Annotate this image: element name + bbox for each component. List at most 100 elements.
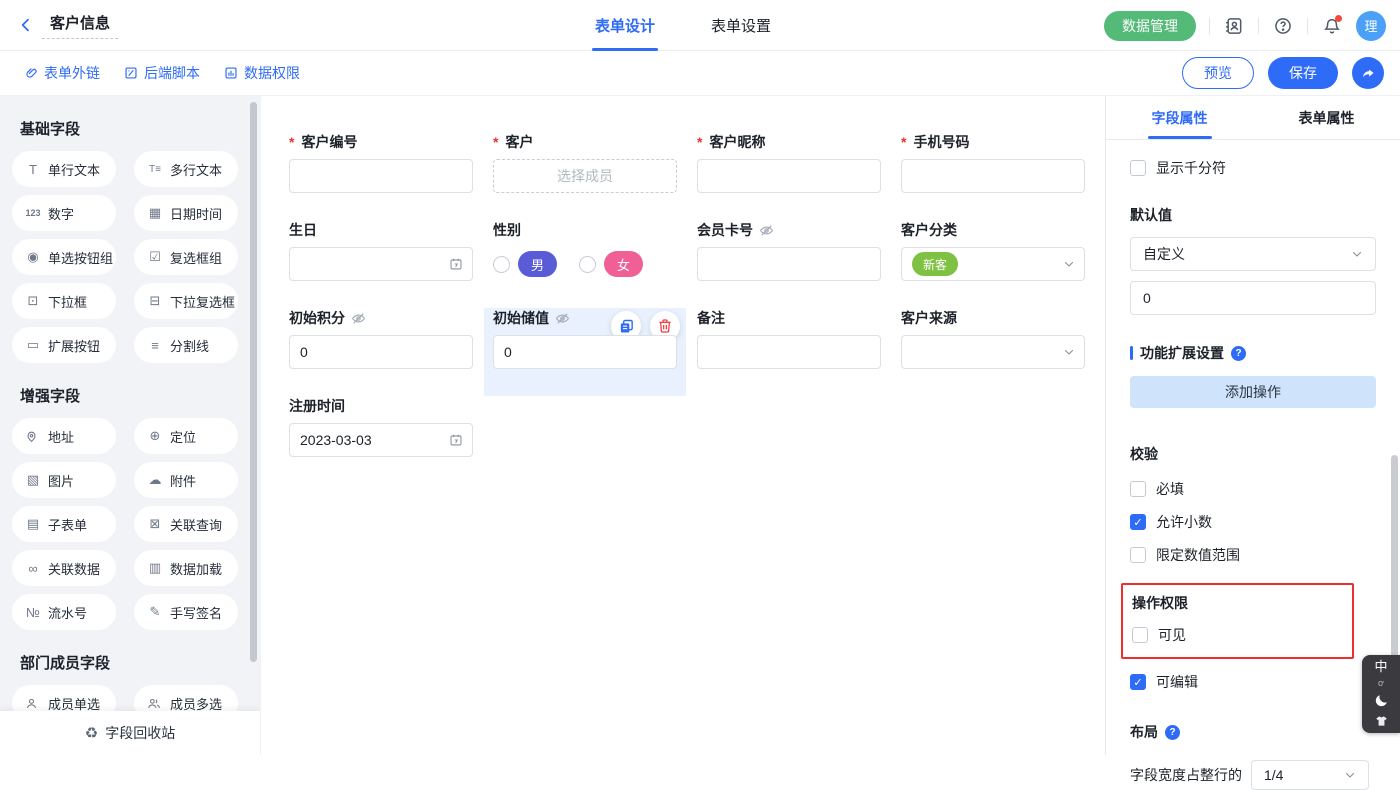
checkbox-icon[interactable]	[1130, 547, 1146, 563]
field-birthday[interactable]: 生日	[289, 220, 473, 308]
field-label: 初始积分	[289, 308, 345, 328]
translate-icon[interactable]: 中	[1374, 660, 1387, 673]
field-phone[interactable]: *手机号码	[901, 132, 1085, 220]
field-label: 注册时间	[289, 396, 345, 416]
section-title-member-fields: 部门成员字段	[20, 652, 240, 673]
form-title[interactable]: 客户信息	[42, 12, 118, 39]
chevron-down-icon	[1063, 346, 1075, 358]
init-balance-input[interactable]: 0	[493, 335, 677, 369]
field-type-subform[interactable]: ▤子表单	[12, 506, 116, 542]
radio-icon[interactable]	[493, 256, 510, 273]
init-points-input[interactable]: 0	[289, 335, 473, 369]
source-select[interactable]	[901, 335, 1085, 369]
field-member-card[interactable]: 会员卡号	[697, 220, 881, 308]
panel-scrollbar[interactable]	[1391, 455, 1398, 660]
validation-title: 校验	[1130, 444, 1376, 464]
share-button[interactable]	[1352, 57, 1384, 89]
tab-form-properties[interactable]: 表单属性	[1253, 96, 1400, 139]
tab-form-settings[interactable]: 表单设置	[711, 0, 771, 51]
field-customer[interactable]: *客户 选择成员	[493, 132, 677, 220]
nickname-input[interactable]	[697, 159, 881, 193]
save-button[interactable]: 保存	[1268, 57, 1338, 89]
field-gender[interactable]: 性别 男 女	[493, 220, 677, 308]
notification-bell-icon[interactable]	[1321, 15, 1343, 37]
field-type-data-load[interactable]: ▥数据加载	[134, 550, 238, 586]
editable-checkbox[interactable]: 可编辑	[1130, 672, 1376, 692]
radio-icon[interactable]	[579, 256, 596, 273]
field-type-address[interactable]: 地址	[12, 418, 116, 454]
field-type-linked-data[interactable]: ∞关联数据	[12, 550, 116, 586]
default-value-input[interactable]: 0	[1130, 281, 1376, 315]
default-value-type-select[interactable]: 自定义	[1130, 237, 1376, 271]
back-button[interactable]	[18, 17, 34, 33]
gender-option-male[interactable]: 男	[493, 251, 557, 277]
field-recycle-bin[interactable]: ♻ 字段回收站	[0, 711, 260, 755]
gender-option-female[interactable]: 女	[579, 251, 643, 277]
field-width-select[interactable]: 1/4	[1251, 760, 1369, 790]
field-type-location[interactable]: ⊕定位	[134, 418, 238, 454]
field-register-time[interactable]: 注册时间 2023-03-03	[289, 396, 473, 484]
moon-icon[interactable]	[1374, 693, 1389, 708]
field-source[interactable]: 客户来源	[901, 308, 1085, 396]
field-remark[interactable]: 备注	[697, 308, 881, 396]
small-glyph-icon[interactable]: ơ	[1378, 679, 1384, 688]
contacts-book-icon[interactable]	[1223, 15, 1245, 37]
tab-field-properties[interactable]: 字段属性	[1106, 96, 1253, 139]
phone-input[interactable]	[901, 159, 1085, 193]
tab-form-design[interactable]: 表单设计	[595, 0, 655, 51]
checkbox-checked-icon[interactable]	[1130, 674, 1146, 690]
field-type-signature[interactable]: ✎手写签名	[134, 594, 238, 630]
checkbox-checked-icon[interactable]	[1130, 514, 1146, 530]
field-type-attachment[interactable]: ☁附件	[134, 462, 238, 498]
add-operation-button[interactable]: 添加操作	[1130, 376, 1376, 408]
thousand-separator-checkbox[interactable]: 显示千分符	[1130, 158, 1376, 178]
field-type-select[interactable]: ⊡下拉框	[12, 283, 116, 319]
field-type-serial-number[interactable]: №流水号	[12, 594, 116, 630]
visible-checkbox[interactable]: 可见	[1132, 625, 1342, 645]
limit-range-checkbox[interactable]: 限定数值范围	[1130, 545, 1376, 565]
field-type-radio-group[interactable]: ◉单选按钮组	[12, 239, 116, 275]
sidebar-scrollbar[interactable]	[250, 102, 257, 662]
customer-no-input[interactable]	[289, 159, 473, 193]
field-type-image[interactable]: ▧图片	[12, 462, 116, 498]
field-nickname[interactable]: *客户昵称	[697, 132, 881, 220]
register-time-input[interactable]: 2023-03-03	[289, 423, 473, 457]
remark-input[interactable]	[697, 335, 881, 369]
field-init-balance-selected[interactable]: 初始储值 0	[484, 308, 686, 396]
help-circle-icon[interactable]: ?	[1165, 725, 1180, 740]
text-icon: T	[25, 162, 41, 177]
data-permission-link[interactable]: 数据权限	[224, 63, 300, 83]
member-card-input[interactable]	[697, 247, 881, 281]
target-icon: ⊕	[147, 428, 163, 444]
category-select[interactable]: 新客	[901, 247, 1085, 281]
user-avatar[interactable]: 理	[1356, 11, 1386, 41]
field-type-single-line-text[interactable]: T单行文本	[12, 151, 116, 187]
preview-button[interactable]: 预览	[1182, 57, 1254, 89]
checkbox-icon[interactable]	[1130, 160, 1146, 176]
birthday-input[interactable]	[289, 247, 473, 281]
required-checkbox[interactable]: 必填	[1130, 479, 1376, 499]
allow-decimal-checkbox[interactable]: 允许小数	[1130, 512, 1376, 532]
divider	[1258, 18, 1259, 34]
field-init-points[interactable]: 初始积分 0	[289, 308, 473, 396]
field-type-checkbox-group[interactable]: ☑复选框组	[134, 239, 238, 275]
shirt-icon[interactable]	[1374, 714, 1389, 728]
map-pin-icon	[25, 430, 41, 443]
field-type-extend-button[interactable]: ▭扩展按钮	[12, 327, 116, 363]
form-external-link[interactable]: 表单外链	[24, 63, 100, 83]
field-type-number[interactable]: 123数字	[12, 195, 116, 231]
field-type-linked-query[interactable]: ⊠关联查询	[134, 506, 238, 542]
field-type-multi-select[interactable]: ⊟下拉复选框	[134, 283, 238, 319]
field-category[interactable]: 客户分类 新客	[901, 220, 1085, 308]
help-circle-icon[interactable]: ?	[1231, 346, 1246, 361]
help-icon[interactable]	[1272, 15, 1294, 37]
field-type-multi-line-text[interactable]: T≡多行文本	[134, 151, 238, 187]
checkbox-icon[interactable]	[1130, 481, 1146, 497]
field-type-datetime[interactable]: ▦日期时间	[134, 195, 238, 231]
field-type-divider[interactable]: ≡分割线	[134, 327, 238, 363]
field-customer-no[interactable]: *客户编号	[289, 132, 473, 220]
checkbox-icon[interactable]	[1132, 627, 1148, 643]
member-picker[interactable]: 选择成员	[493, 159, 677, 193]
data-manage-button[interactable]: 数据管理	[1104, 11, 1196, 41]
backend-script-link[interactable]: 后端脚本	[124, 63, 200, 83]
